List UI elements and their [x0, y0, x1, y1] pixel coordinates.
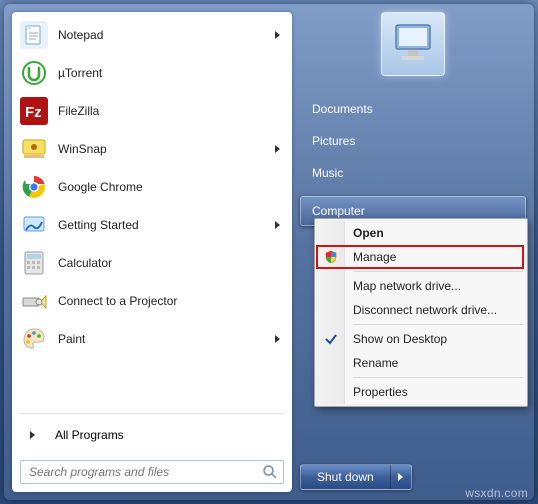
projector-icon	[20, 287, 48, 315]
chevron-right-icon	[398, 473, 403, 481]
link-label: Documents	[312, 102, 373, 116]
all-programs-button[interactable]: All Programs	[12, 420, 292, 450]
filezilla-icon: Fz	[20, 97, 48, 125]
program-label: WinSnap	[58, 142, 275, 156]
submenu-arrow-icon	[275, 221, 280, 229]
program-projector[interactable]: Connect to a Projector	[12, 282, 292, 320]
shutdown-button[interactable]: Shut down	[301, 465, 391, 489]
submenu-arrow-icon	[275, 145, 280, 153]
program-calculator[interactable]: Calculator	[12, 244, 292, 282]
utorrent-icon	[20, 59, 48, 87]
user-picture[interactable]	[381, 12, 445, 76]
ctx-disconnect-network-drive[interactable]: Disconnect network drive...	[317, 298, 525, 322]
shutdown-button-group: Shut down	[300, 464, 412, 490]
link-label: Computer	[312, 204, 365, 218]
ctx-label: Map network drive...	[353, 279, 461, 293]
winsnap-icon	[20, 135, 48, 163]
shutdown-label: Shut down	[317, 470, 374, 484]
program-label: FileZilla	[58, 104, 286, 118]
program-label: Getting Started	[58, 218, 275, 232]
ctx-properties[interactable]: Properties	[317, 380, 525, 404]
program-label: Paint	[58, 332, 275, 346]
ctx-label: Properties	[353, 385, 408, 399]
search-icon	[262, 464, 278, 480]
checkmark-icon	[323, 331, 339, 347]
watermark: wsxdn.com	[465, 486, 528, 500]
program-utorrent[interactable]: µTorrent	[12, 54, 292, 92]
context-separator	[353, 324, 523, 325]
program-label: Notepad	[58, 28, 275, 42]
ctx-map-network-drive[interactable]: Map network drive...	[317, 274, 525, 298]
paint-icon	[20, 325, 48, 353]
program-filezilla[interactable]: Fz FileZilla	[12, 92, 292, 130]
chrome-icon	[20, 173, 48, 201]
search-input[interactable]	[20, 460, 284, 484]
program-notepad[interactable]: Notepad	[12, 16, 292, 54]
ctx-show-on-desktop[interactable]: Show on Desktop	[317, 327, 525, 351]
uac-shield-icon	[323, 249, 339, 265]
program-label: Connect to a Projector	[58, 294, 286, 308]
program-winsnap[interactable]: WinSnap	[12, 130, 292, 168]
shutdown-options-button[interactable]	[391, 465, 411, 489]
ctx-label: Open	[353, 226, 384, 240]
calculator-icon	[20, 249, 48, 277]
program-label: Calculator	[58, 256, 286, 270]
program-label: µTorrent	[58, 66, 286, 80]
pinned-programs-list: Notepad µTorrent Fz FileZilla WinSna	[12, 12, 292, 411]
all-programs-label: All Programs	[55, 428, 124, 442]
arrow-right-icon	[30, 431, 35, 439]
ctx-label: Rename	[353, 356, 398, 370]
monitor-icon	[388, 19, 438, 69]
submenu-arrow-icon	[275, 335, 280, 343]
computer-context-menu: Open Manage Map network drive... Disconn…	[314, 218, 528, 407]
link-label: Music	[312, 166, 343, 180]
ctx-label: Manage	[353, 250, 396, 264]
programs-panel: Notepad µTorrent Fz FileZilla WinSna	[12, 12, 292, 492]
getting-started-icon	[20, 211, 48, 239]
ctx-label: Show on Desktop	[353, 332, 447, 346]
link-music[interactable]: Music	[300, 158, 526, 188]
context-separator	[353, 377, 523, 378]
program-label: Google Chrome	[58, 180, 286, 194]
ctx-manage[interactable]: Manage	[317, 245, 525, 269]
ctx-label: Disconnect network drive...	[353, 303, 497, 317]
link-documents[interactable]: Documents	[300, 94, 526, 124]
submenu-arrow-icon	[275, 31, 280, 39]
search-row	[12, 454, 292, 492]
program-getting-started[interactable]: Getting Started	[12, 206, 292, 244]
separator	[20, 413, 284, 414]
notepad-icon	[20, 21, 48, 49]
program-paint[interactable]: Paint	[12, 320, 292, 358]
context-separator	[353, 271, 523, 272]
ctx-open[interactable]: Open	[317, 221, 525, 245]
link-pictures[interactable]: Pictures	[300, 126, 526, 156]
program-chrome[interactable]: Google Chrome	[12, 168, 292, 206]
ctx-rename[interactable]: Rename	[317, 351, 525, 375]
svg-text:Fz: Fz	[25, 104, 42, 121]
link-label: Pictures	[312, 134, 355, 148]
